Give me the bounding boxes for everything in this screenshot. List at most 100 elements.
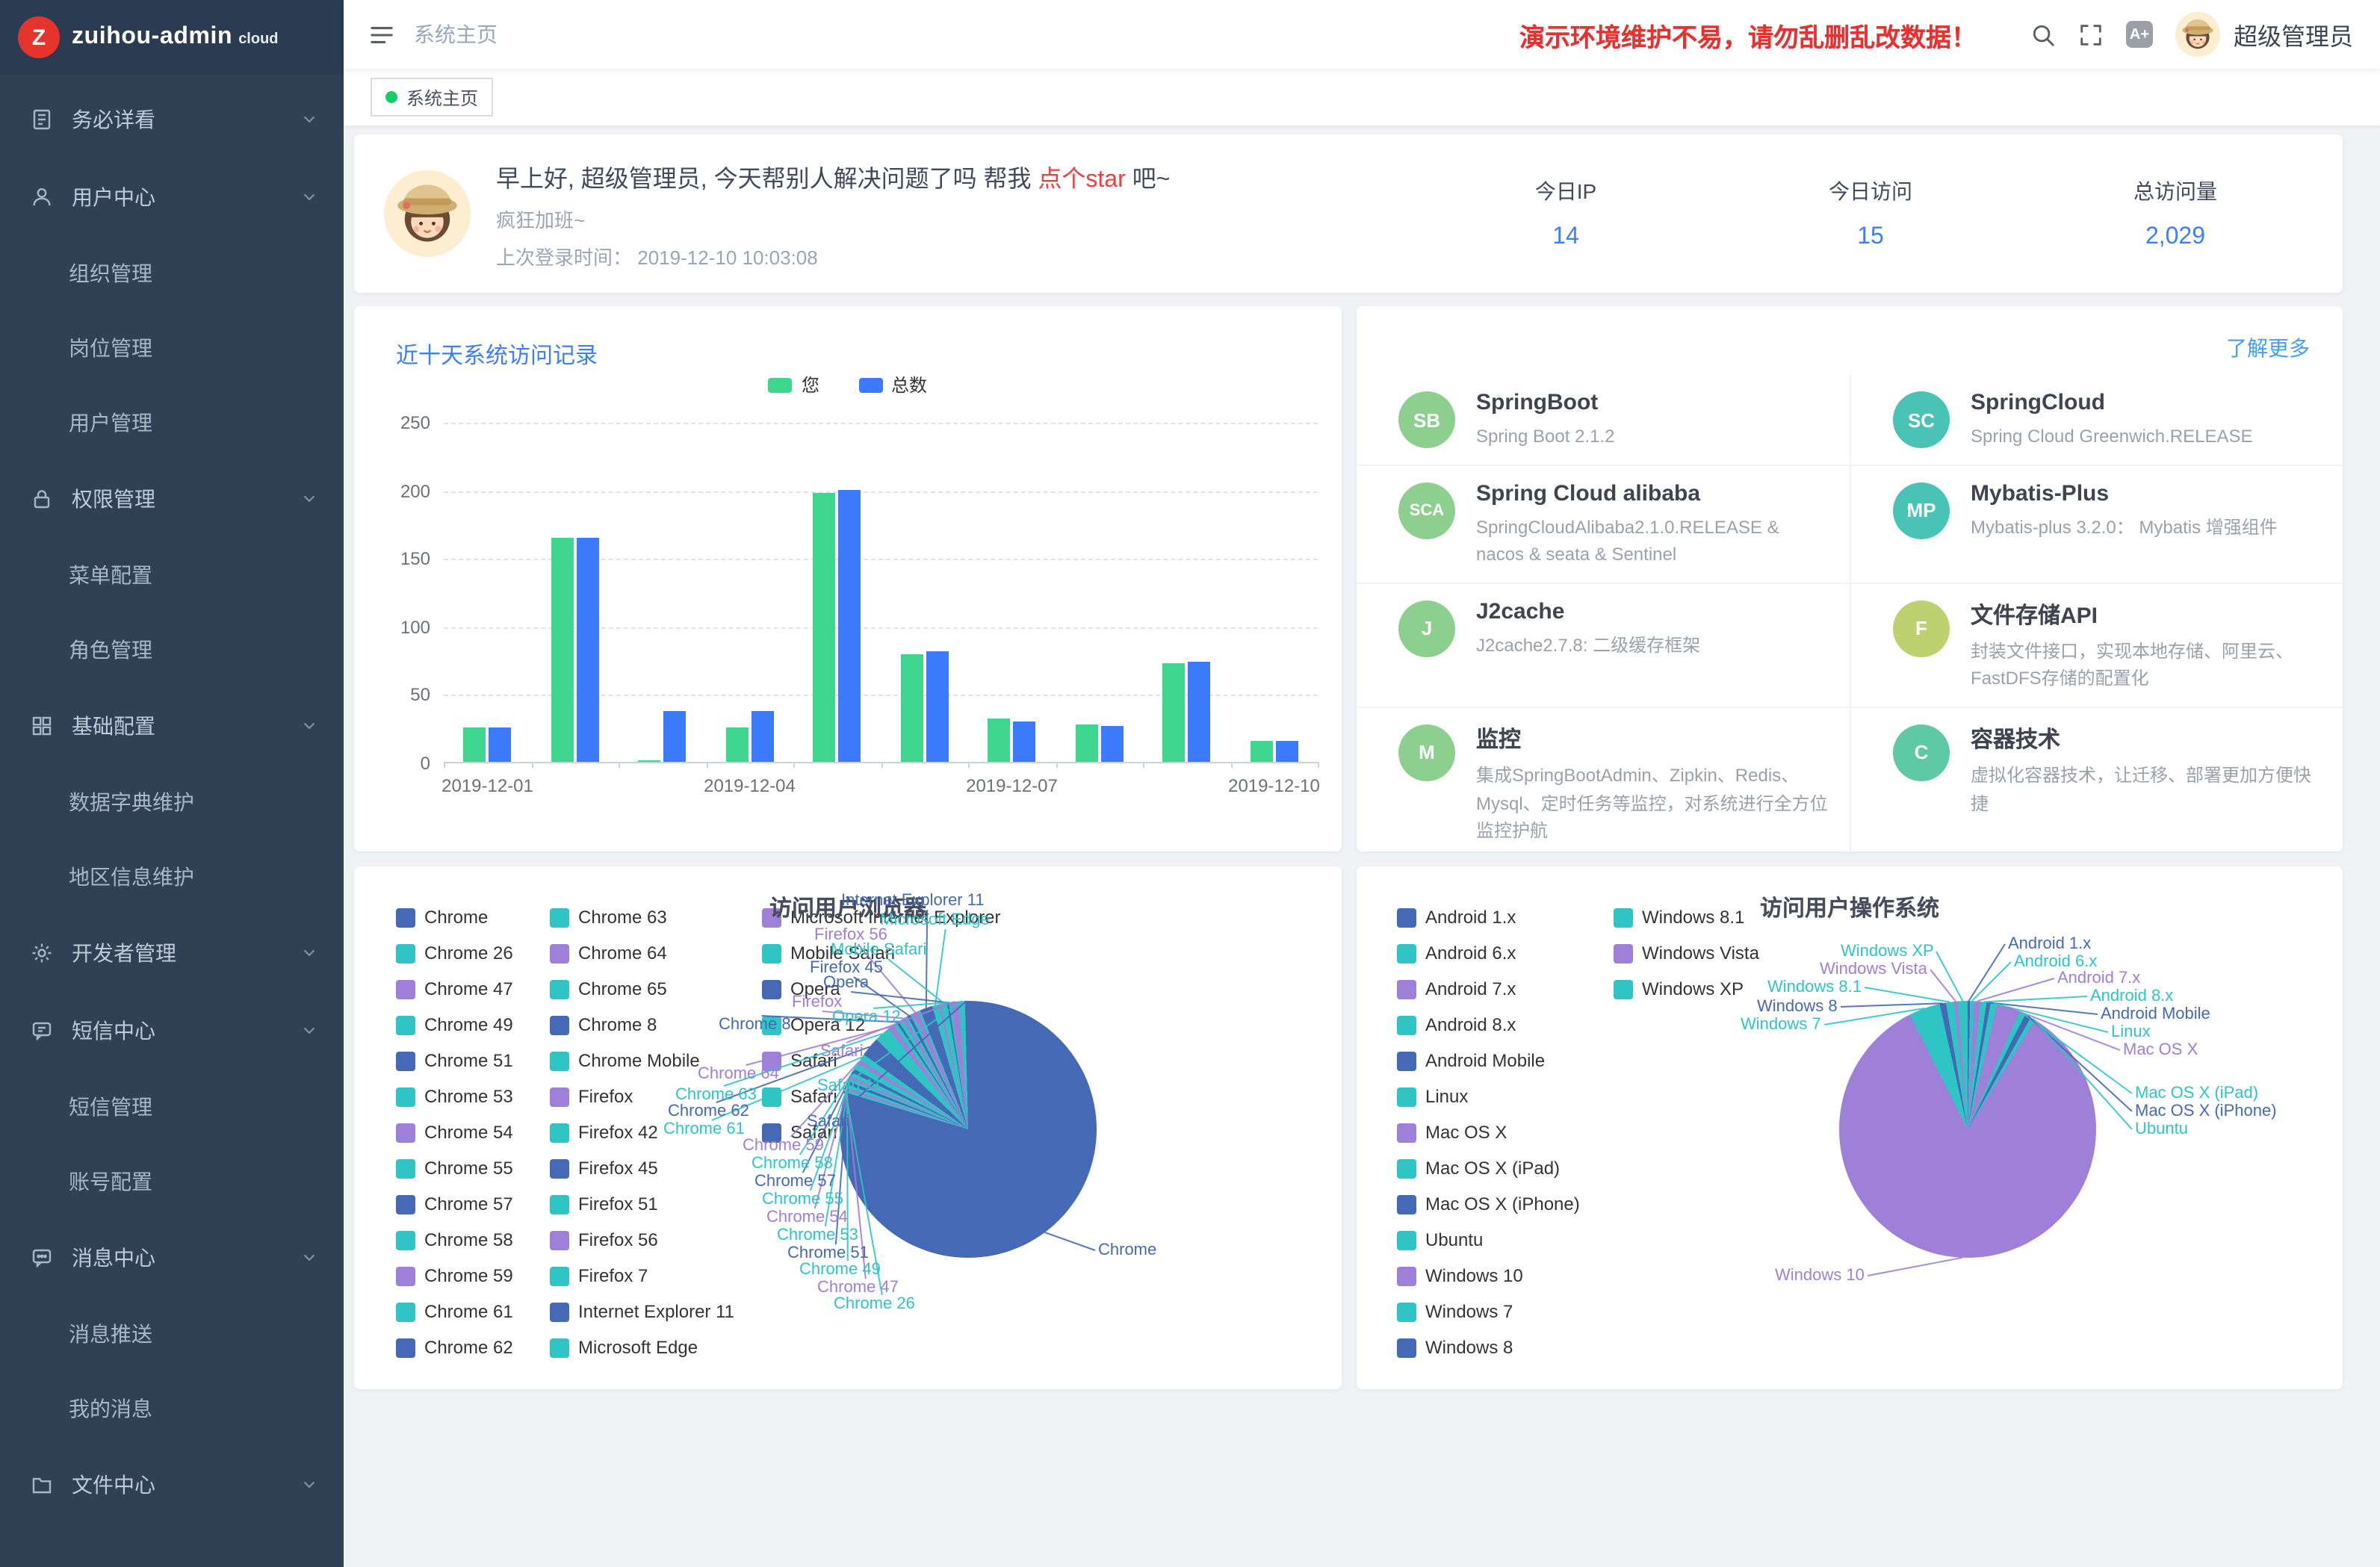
- bar-您[interactable]: [464, 727, 486, 762]
- bar-您[interactable]: [639, 760, 661, 762]
- bar-chart-plot[interactable]: 0501001502002502019-12-012019-12-042019-…: [444, 423, 1318, 763]
- bar-您[interactable]: [551, 537, 574, 762]
- hamburger-icon[interactable]: [344, 22, 414, 47]
- legend-item[interactable]: Chrome 26: [396, 935, 513, 971]
- bar-总数[interactable]: [1014, 721, 1036, 762]
- sidebar-submenu-item[interactable]: 角色管理: [0, 612, 344, 687]
- bar-总数[interactable]: [664, 712, 687, 762]
- bar-总数[interactable]: [577, 537, 599, 762]
- bar-总数[interactable]: [1276, 742, 1298, 762]
- legend-item[interactable]: Chrome 58: [396, 1222, 513, 1258]
- learn-more-link[interactable]: 了解更多: [2226, 333, 2310, 363]
- sidebar-menu-item[interactable]: 务必详看: [0, 81, 344, 158]
- legend-marker: [1397, 1158, 1416, 1178]
- legend-item[interactable]: Mac OS X (iPhone): [1397, 1186, 1580, 1222]
- sidebar-menu-item[interactable]: 基础配置: [0, 687, 344, 765]
- legend-marker: [550, 1338, 569, 1357]
- sidebar-submenu-item[interactable]: 账号配置: [0, 1144, 344, 1219]
- tab-home[interactable]: 系统主页: [371, 78, 493, 117]
- bar-总数[interactable]: [752, 712, 774, 762]
- bar-您[interactable]: [1251, 742, 1273, 762]
- legend-item[interactable]: Chrome 47: [396, 971, 513, 1007]
- legend-item[interactable]: Chrome 51: [396, 1043, 513, 1079]
- sidebar-submenu-item[interactable]: 地区信息维护: [0, 840, 344, 914]
- bar-您[interactable]: [901, 654, 923, 762]
- sidebar-menu-item[interactable]: 短信中心: [0, 992, 344, 1070]
- legend-label: Firefox 56: [578, 1229, 658, 1250]
- legend-item[interactable]: Chrome 49: [396, 1007, 513, 1043]
- legend-item[interactable]: Chrome 64: [550, 935, 734, 971]
- legend-item[interactable]: Android 7.x: [1397, 971, 1580, 1007]
- font-size-icon[interactable]: A+: [2126, 21, 2153, 48]
- legend-item[interactable]: Firefox 51: [550, 1186, 734, 1222]
- legend-item[interactable]: Android 6.x: [1397, 935, 1580, 971]
- tech-title: Spring Cloud alibaba: [1476, 480, 1829, 506]
- legend-item[interactable]: Android 8.x: [1397, 1007, 1580, 1043]
- legend-item[interactable]: Firefox 45: [550, 1150, 734, 1186]
- legend-item[interactable]: Chrome 59: [396, 1258, 513, 1294]
- browser-pie[interactable]: [840, 1001, 1097, 1258]
- legend-marker: [1397, 943, 1416, 963]
- legend-item[interactable]: Windows Vista: [1614, 935, 1759, 971]
- gear-icon: [30, 941, 54, 965]
- current-user-name[interactable]: 超级管理员: [2234, 16, 2353, 52]
- star-link[interactable]: 点个star: [1038, 167, 1125, 192]
- fullscreen-icon[interactable]: [2078, 22, 2104, 47]
- legend-item[interactable]: Windows 8: [1397, 1329, 1580, 1365]
- bar-总数[interactable]: [926, 651, 949, 762]
- pie-label: Chrome 53: [777, 1226, 858, 1244]
- bar-总数[interactable]: [1189, 661, 1211, 762]
- legend-item[interactable]: Mac OS X: [1397, 1114, 1580, 1150]
- chevron-down-icon: [302, 1023, 317, 1038]
- legend-label: Firefox 7: [578, 1265, 648, 1286]
- sidebar-menu-item[interactable]: 开发者管理: [0, 914, 344, 992]
- bar-总数[interactable]: [839, 489, 861, 762]
- search-icon[interactable]: [2030, 22, 2056, 47]
- bar-您[interactable]: [1163, 664, 1186, 762]
- x-axis-label: 2019-12-04: [704, 775, 796, 796]
- sidebar-submenu-item[interactable]: 菜单配置: [0, 538, 344, 612]
- bar-总数[interactable]: [489, 727, 512, 762]
- legend-item[interactable]: Windows 7: [1397, 1294, 1580, 1329]
- bar-您[interactable]: [988, 719, 1011, 762]
- legend-item[interactable]: 您: [769, 372, 819, 397]
- legend-item[interactable]: Microsoft Edge: [550, 1329, 734, 1365]
- app-logo[interactable]: Z zuihou-admin cloud: [0, 0, 344, 75]
- legend-item[interactable]: Chrome 8: [550, 1007, 734, 1043]
- legend-item[interactable]: Firefox 7: [550, 1258, 734, 1294]
- legend-item[interactable]: Chrome 53: [396, 1079, 513, 1114]
- sidebar-submenu-item[interactable]: 短信管理: [0, 1070, 344, 1144]
- user-avatar[interactable]: [2175, 12, 2220, 57]
- sidebar-submenu-item[interactable]: 数据字典维护: [0, 765, 344, 840]
- sidebar-menu-item[interactable]: 用户中心: [0, 158, 344, 236]
- legend-item[interactable]: Chrome 61: [396, 1294, 513, 1329]
- bar-您[interactable]: [814, 494, 836, 762]
- sidebar-submenu-item[interactable]: 消息推送: [0, 1297, 344, 1371]
- sidebar-submenu-item[interactable]: 用户管理: [0, 385, 344, 460]
- legend-item[interactable]: Windows 10: [1397, 1258, 1580, 1294]
- sidebar-menu-item[interactable]: 消息中心: [0, 1219, 344, 1297]
- sidebar-menu-item[interactable]: 权限管理: [0, 460, 344, 538]
- pie-label: Mac OS X (iPad): [2135, 1085, 2258, 1102]
- sidebar-submenu-item[interactable]: 组织管理: [0, 236, 344, 311]
- os-pie[interactable]: [1839, 1001, 2096, 1258]
- legend-item[interactable]: Chrome 54: [396, 1114, 513, 1150]
- legend-item[interactable]: Ubuntu: [1397, 1222, 1580, 1258]
- legend-item[interactable]: Chrome 57: [396, 1186, 513, 1222]
- legend-item[interactable]: Chrome 62: [396, 1329, 513, 1365]
- bar-您[interactable]: [726, 727, 749, 762]
- sidebar-menu-item[interactable]: 文件中心: [0, 1446, 344, 1524]
- legend-item[interactable]: Windows XP: [1614, 971, 1759, 1007]
- legend-item[interactable]: Internet Explorer 11: [550, 1294, 734, 1329]
- legend-item[interactable]: 总数: [858, 372, 927, 397]
- sidebar-submenu-item[interactable]: 岗位管理: [0, 311, 344, 385]
- legend-item[interactable]: Chrome 55: [396, 1150, 513, 1186]
- legend-item[interactable]: Firefox 56: [550, 1222, 734, 1258]
- sidebar-submenu-item[interactable]: 我的消息: [0, 1371, 344, 1446]
- legend-item[interactable]: Linux: [1397, 1079, 1580, 1114]
- legend-item[interactable]: Android Mobile: [1397, 1043, 1580, 1079]
- bar-您[interactable]: [1076, 725, 1098, 762]
- bar-总数[interactable]: [1101, 727, 1124, 762]
- legend-item[interactable]: Mac OS X (iPad): [1397, 1150, 1580, 1186]
- legend-item[interactable]: Chrome 65: [550, 971, 734, 1007]
